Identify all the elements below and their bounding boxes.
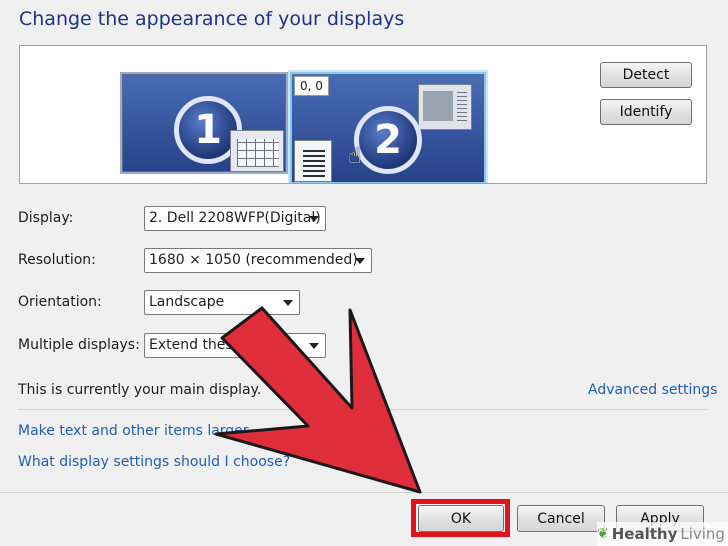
monitor-2-number: 2: [354, 106, 422, 174]
advanced-settings-link[interactable]: Advanced settings: [588, 382, 717, 398]
watermark-bold: Healthy: [611, 525, 678, 543]
chevron-down-icon: [309, 343, 319, 349]
monitor-2[interactable]: 0, 0 2 ☝: [290, 72, 486, 183]
resolution-label: Resolution:: [18, 252, 96, 268]
watermark: ❦ Healthy Living: [597, 522, 728, 546]
multiple-displays-select[interactable]: Extend these: [144, 333, 326, 358]
display-select-value: 2. Dell 2208WFP(Digital): [149, 210, 321, 226]
main-display-text: This is currently your main display.: [18, 382, 262, 398]
multiple-displays-label: Multiple displays:: [18, 337, 140, 353]
ok-highlight-box: [411, 499, 510, 537]
identify-button[interactable]: Identify: [600, 99, 692, 125]
resolution-select-value: 1680 × 1050 (recommended): [149, 252, 358, 268]
document-icon: [294, 140, 332, 182]
leaf-icon: ❦: [597, 526, 609, 542]
display-select[interactable]: 2. Dell 2208WFP(Digital): [144, 206, 326, 231]
cancel-button[interactable]: Cancel: [517, 505, 605, 532]
resolution-select[interactable]: 1680 × 1050 (recommended): [144, 248, 372, 273]
window-icon: [230, 130, 284, 172]
orientation-select[interactable]: Landscape: [144, 290, 300, 315]
chevron-down-icon: [283, 300, 293, 306]
monitor-1[interactable]: 1: [120, 72, 288, 174]
watermark-light: Living: [680, 525, 725, 543]
detect-button[interactable]: Detect: [600, 62, 692, 88]
orientation-select-value: Landscape: [149, 294, 225, 310]
footer-divider: [0, 492, 728, 493]
multiple-displays-select-value: Extend these: [149, 337, 242, 353]
window-icon: [418, 84, 472, 130]
hand-cursor-icon: ☝: [348, 144, 362, 169]
page-title: Change the appearance of your displays: [19, 8, 405, 30]
display-label: Display:: [18, 210, 74, 226]
chevron-down-icon: [309, 216, 319, 222]
chevron-down-icon: [355, 258, 365, 264]
divider: [18, 409, 708, 410]
display-settings-help-link[interactable]: What display settings should I choose?: [18, 454, 290, 470]
coords-readout: 0, 0: [294, 76, 329, 96]
text-size-link[interactable]: Make text and other items larger: [18, 423, 249, 439]
orientation-label: Orientation:: [18, 294, 102, 310]
